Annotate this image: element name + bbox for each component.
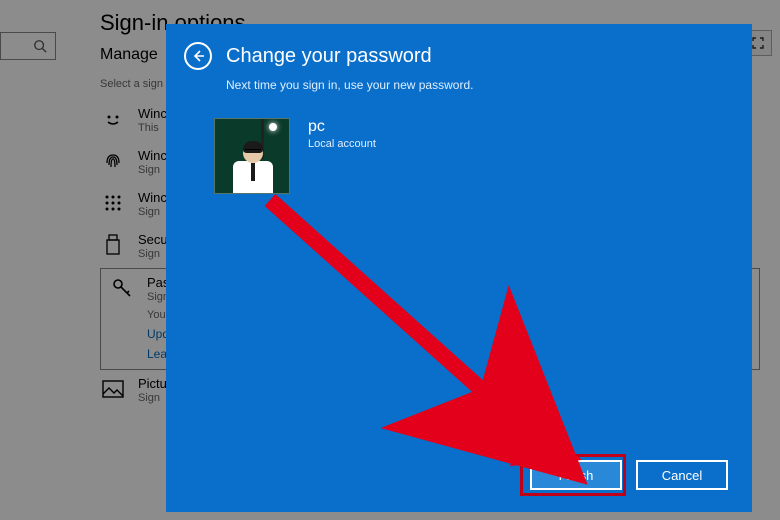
avatar xyxy=(214,118,290,194)
option-title: Winc xyxy=(138,190,167,205)
finish-button[interactable]: Finish xyxy=(530,460,622,490)
search-icon xyxy=(33,39,47,53)
change-password-dialog: Change your password Next time you sign … xyxy=(166,24,752,512)
pin-icon xyxy=(100,190,126,216)
dialog-title: Change your password xyxy=(226,45,432,68)
profile-name: pc xyxy=(308,118,376,136)
back-button[interactable] xyxy=(184,42,212,70)
key-icon xyxy=(109,275,135,301)
option-title: Secu xyxy=(138,232,168,247)
option-title: Pictu xyxy=(138,376,167,391)
search-box[interactable] xyxy=(0,32,56,60)
option-title: Winc xyxy=(138,148,167,163)
fullscreen-icon xyxy=(752,37,764,49)
face-icon xyxy=(100,106,126,132)
option-sub: Sign xyxy=(138,392,167,404)
usb-icon xyxy=(100,232,126,258)
fingerprint-icon xyxy=(100,148,126,174)
option-title: Winc xyxy=(138,106,167,121)
option-sub: Sign xyxy=(138,248,168,260)
option-sub: Sign xyxy=(138,164,167,176)
option-sub: Sign xyxy=(138,206,167,218)
dialog-subtitle: Next time you sign in, use your new pass… xyxy=(166,78,752,92)
profile-type: Local account xyxy=(308,138,376,150)
arrow-left-icon xyxy=(191,49,205,63)
picture-icon xyxy=(100,376,126,402)
cancel-button[interactable]: Cancel xyxy=(636,460,728,490)
profile-row: pc Local account xyxy=(166,92,752,194)
option-sub: This xyxy=(138,122,167,134)
